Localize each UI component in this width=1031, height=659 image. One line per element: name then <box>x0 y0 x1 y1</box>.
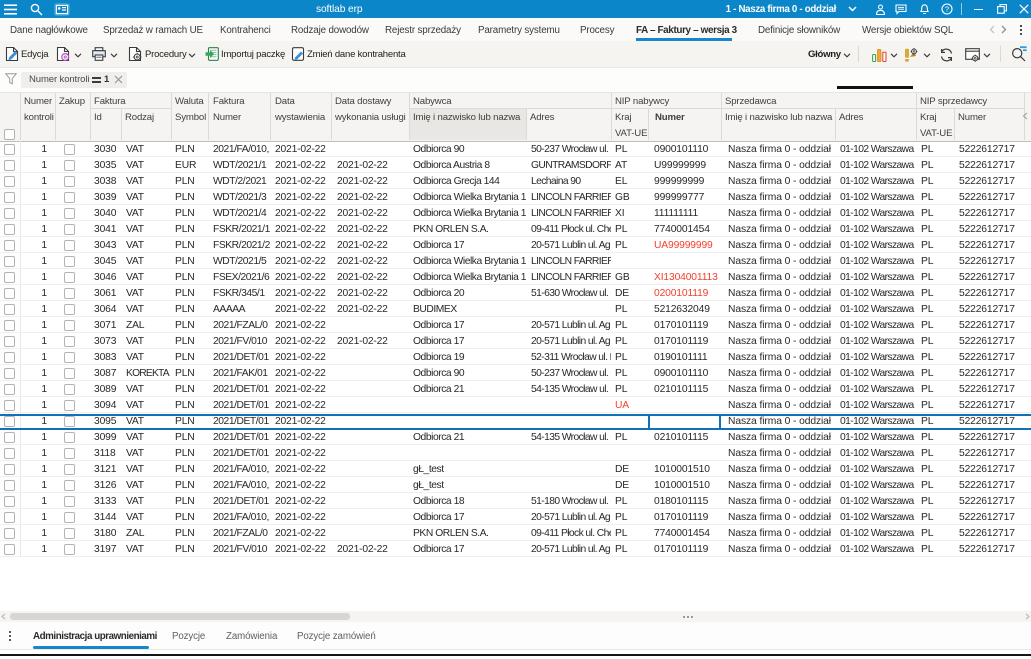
svg-text:?: ? <box>945 5 949 14</box>
